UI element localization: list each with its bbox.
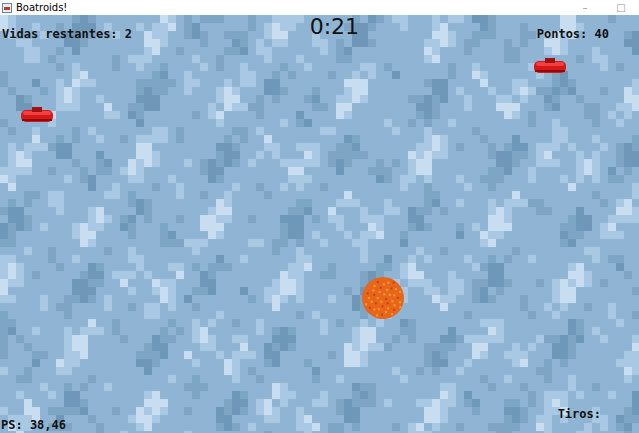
game-canvas[interactable]: Vidas restantes: 2 0:21 Pontos: 40 PS: 38,4… — [0, 15, 639, 433]
hud: Vidas restantes: 2 0:21 Pontos: 40 PS: 38,4… — [0, 15, 639, 433]
water-background — [0, 15, 639, 433]
score-label: Pontos: 40 — [537, 27, 609, 41]
fps-label: PS: 38,46 — [0, 418, 66, 432]
window-control-button[interactable]: – — [567, 1, 603, 15]
explosion-icon — [360, 275, 406, 321]
shots-label: Tiros: — [558, 407, 601, 421]
boat-icon — [533, 57, 567, 75]
window-control-button[interactable]: □ — [603, 1, 639, 15]
boat-icon — [20, 106, 54, 124]
timer-label: 0:21 — [310, 15, 359, 39]
lives-label: Vidas restantes: 2 — [2, 27, 132, 41]
window-controls: –□ — [567, 1, 639, 15]
app-icon — [2, 3, 12, 13]
hud-top-row: Vidas restantes: 2 0:21 Pontos: 40 — [0, 15, 639, 41]
title-bar: Boatroids!–□ — [0, 0, 639, 15]
window-title: Boatroids! — [16, 1, 567, 15]
hud-bottom-row: PS: 38,46 Tiros: — [0, 407, 639, 433]
